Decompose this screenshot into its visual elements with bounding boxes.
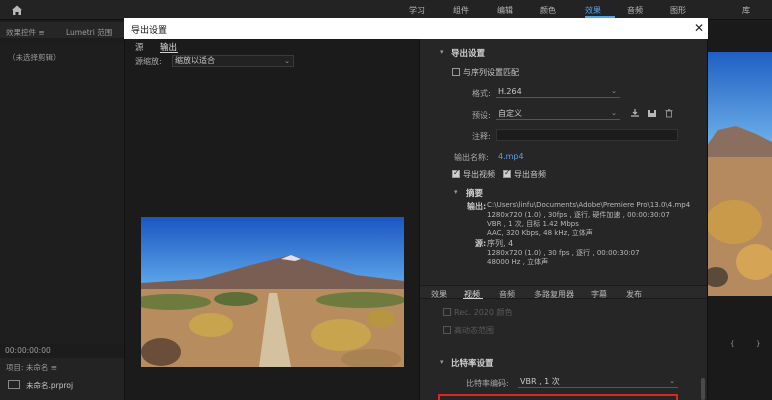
source-scaling-value: 缩放以适合 xyxy=(175,56,215,65)
export-video-label: 导出视频 xyxy=(463,170,495,179)
home-icon[interactable] xyxy=(10,3,24,17)
format-select[interactable]: H.264 ⌄ xyxy=(496,86,620,98)
monitor-control[interactable]: { xyxy=(730,340,734,348)
video-preview-frame xyxy=(141,217,404,367)
output-name-label: 输出名称: xyxy=(454,153,489,162)
bitrate-encoding-label: 比特率编码: xyxy=(466,379,509,388)
collapse-bitrate-icon[interactable]: ▾ xyxy=(440,358,444,366)
format-label: 格式: xyxy=(472,89,491,98)
hdr-label: 高动态范围 xyxy=(454,326,494,335)
match-sequence-label: 与序列设置匹配 xyxy=(463,68,519,77)
project-file-name[interactable]: 未命名.prproj xyxy=(26,380,73,391)
delete-preset-icon[interactable] xyxy=(664,108,674,118)
bitrate-encoding-select[interactable]: VBR , 1 次 ⌄ xyxy=(518,376,678,388)
workspace-tab-editing[interactable]: 编辑 xyxy=(497,5,513,16)
tab-lumetri-scopes[interactable]: Lumetri 范围 xyxy=(66,27,112,38)
match-sequence-checkbox[interactable] xyxy=(452,68,460,76)
project-file-icon xyxy=(8,380,20,389)
chevron-down-icon: ⌄ xyxy=(284,57,290,65)
comment-label: 注释: xyxy=(472,132,491,141)
rec2020-label: Rec. 2020 颜色 xyxy=(454,308,513,317)
workspace-tab-effects[interactable]: 效果 xyxy=(585,5,601,16)
program-monitor-frame xyxy=(706,52,772,296)
dialog-title-bar[interactable] xyxy=(124,18,708,39)
workspace-tab-audio[interactable]: 音频 xyxy=(627,5,643,16)
monitor-control-2[interactable]: } xyxy=(756,340,760,348)
import-preset-icon[interactable] xyxy=(630,108,640,118)
close-icon[interactable]: ✕ xyxy=(692,21,706,35)
summary-output-line: AAC, 320 Kbps, 48 kHz, 立体声 xyxy=(487,229,593,237)
tab-audio[interactable]: 音频 xyxy=(499,289,515,300)
workspace-tab-learn[interactable]: 学习 xyxy=(409,5,425,16)
chevron-down-icon: ⌄ xyxy=(611,87,617,95)
summary-source-line: 48000 Hz , 立体声 xyxy=(487,258,549,266)
highlight-box xyxy=(438,394,678,400)
save-preset-icon[interactable] xyxy=(647,108,657,118)
dialog-title: 导出设置 xyxy=(131,26,168,36)
workspace-tab-assembly[interactable]: 组件 xyxy=(453,5,469,16)
tab-captions[interactable]: 字幕 xyxy=(591,289,607,300)
workspace-tab-libraries[interactable]: 库 xyxy=(742,5,750,16)
bitrate-encoding-value: VBR , 1 次 xyxy=(520,377,560,386)
export-settings-header: 导出设置 xyxy=(451,49,486,59)
tab-effect-controls[interactable]: 效果控件 ≡ xyxy=(6,27,45,38)
source-scaling-select[interactable]: 缩放以适合 ⌄ xyxy=(172,55,294,67)
preset-value: 自定义 xyxy=(498,109,522,118)
collapse-export-settings-icon[interactable]: ▾ xyxy=(440,48,444,56)
tab-publish[interactable]: 发布 xyxy=(626,289,642,300)
workspace-bar xyxy=(0,0,772,20)
active-tab-indicator xyxy=(160,52,178,53)
preset-label: 预设: xyxy=(472,111,491,120)
panel-timecode: 00:00:00:00 xyxy=(5,346,51,355)
export-video-checkbox[interactable] xyxy=(452,168,460,178)
summary-output-line: C:\Users\linfu\Documents\Adobe\Premiere … xyxy=(487,201,691,209)
chevron-down-icon: ⌄ xyxy=(611,109,617,117)
rec2020-checkbox[interactable] xyxy=(443,308,451,316)
chevron-down-icon: ⌄ xyxy=(669,377,675,385)
active-tab-indicator xyxy=(463,298,483,299)
export-audio-checkbox[interactable] xyxy=(503,168,511,178)
preset-select[interactable]: 自定义 ⌄ xyxy=(496,108,620,120)
workspace-tab-color[interactable]: 颜色 xyxy=(540,5,556,16)
hdr-checkbox[interactable] xyxy=(443,326,451,334)
summary-output-label: 输出: xyxy=(467,202,487,211)
bitrate-settings-header: 比特率设置 xyxy=(451,359,494,369)
tab-source[interactable]: 源 xyxy=(135,41,144,53)
export-audio-label: 导出音频 xyxy=(514,170,546,179)
tab-multiplexer[interactable]: 多路复用器 xyxy=(534,289,574,300)
workspace-tab-graphics[interactable]: 图形 xyxy=(670,5,686,16)
no-clip-selected: （未选择剪辑） xyxy=(8,53,61,62)
summary-header: 摘要 xyxy=(466,189,484,199)
output-name-link[interactable]: 4.mp4 xyxy=(498,152,524,161)
settings-scrollbar[interactable] xyxy=(701,378,705,400)
tab-effects[interactable]: 效果 xyxy=(431,289,447,300)
comment-input[interactable] xyxy=(496,129,678,141)
tab-project[interactable]: 项目: 未命名 ≡ xyxy=(6,362,57,373)
format-value: H.264 xyxy=(498,87,522,96)
summary-source-label: 源: xyxy=(475,239,487,248)
source-scaling-label: 源缩放: xyxy=(135,57,162,66)
effect-controls-panel xyxy=(0,44,124,344)
collapse-summary-icon[interactable]: ▾ xyxy=(454,188,458,196)
panel-divider[interactable] xyxy=(419,39,420,400)
